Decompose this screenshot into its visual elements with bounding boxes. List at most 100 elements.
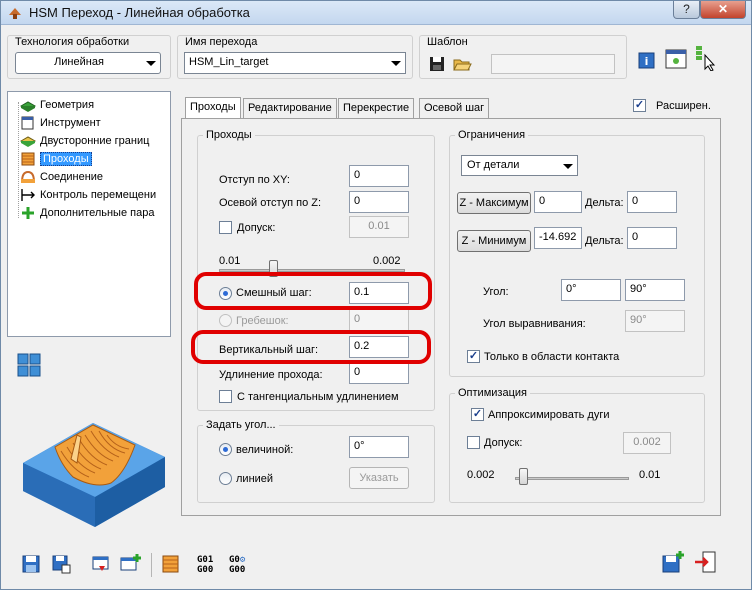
save-as-icon[interactable] bbox=[51, 554, 71, 574]
angle-by-line-label: линией bbox=[236, 473, 274, 485]
offset-xy-input[interactable]: 0 bbox=[349, 165, 409, 187]
tab-passes[interactable]: Проходы bbox=[185, 97, 241, 119]
offset-xy-label: Отступ по XY: bbox=[219, 174, 290, 186]
tree-item-motion-control[interactable]: Контроль перемещени bbox=[20, 188, 156, 204]
zmax-button[interactable]: Z - Максимум bbox=[457, 192, 531, 214]
geometry-icon bbox=[20, 101, 36, 112]
delta1-label: Дельта: bbox=[585, 197, 624, 209]
step-tree: Геометрия Инструмент Двусторонние границ… bbox=[7, 91, 171, 337]
add-to-library-icon[interactable] bbox=[119, 552, 143, 576]
view-grid-icon[interactable] bbox=[17, 353, 41, 377]
scallop-radio[interactable] bbox=[219, 314, 232, 327]
offset-z-input[interactable]: 0 bbox=[349, 191, 409, 213]
extension-input[interactable]: 0 bbox=[349, 362, 409, 384]
tangent-extension-label: С тангенциальным удлинением bbox=[237, 391, 399, 403]
tolerance-slider-track[interactable] bbox=[219, 269, 405, 272]
delta2-input[interactable]: 0 bbox=[627, 227, 677, 249]
gcode-preview-button[interactable]: G01 G00 bbox=[197, 555, 213, 575]
limits-group-title: Ограничения bbox=[455, 129, 529, 141]
chevron-down-icon bbox=[146, 61, 156, 66]
contact-only-checkbox[interactable]: ✓ bbox=[467, 350, 480, 363]
save-to-library-icon[interactable] bbox=[91, 554, 111, 574]
scallop-input: 0 bbox=[349, 309, 409, 331]
motion-control-icon bbox=[21, 189, 35, 201]
opt-slider-thumb[interactable] bbox=[519, 468, 528, 485]
align-angle-label: Угол выравнивания: bbox=[483, 318, 586, 330]
app-icon bbox=[9, 8, 21, 19]
opt-slider-max-label: 0.01 bbox=[639, 469, 661, 481]
passes-group-title: Проходы bbox=[203, 129, 255, 141]
opt-slider-track[interactable] bbox=[515, 477, 629, 480]
save-icon[interactable] bbox=[21, 554, 41, 574]
tech-select[interactable]: Линейная bbox=[15, 52, 161, 74]
zmin-button[interactable]: Z - Минимум bbox=[457, 230, 531, 252]
tolerance-input: 0.01 bbox=[349, 216, 409, 238]
passes-icon bbox=[21, 152, 35, 166]
name-select[interactable]: HSM_Lin_target bbox=[184, 52, 406, 74]
save-and-add-icon[interactable] bbox=[661, 550, 685, 574]
angle-from-input[interactable]: 0° bbox=[561, 279, 621, 301]
tangent-extension-checkbox[interactable] bbox=[219, 390, 232, 403]
pick-angle-button[interactable]: Указать bbox=[349, 467, 409, 489]
tolerance-checkbox[interactable] bbox=[219, 221, 232, 234]
tree-item-passes[interactable]: Проходы bbox=[20, 152, 92, 168]
tree-item-bounds[interactable]: Двусторонние границ bbox=[20, 134, 149, 150]
tree-item-geometry[interactable]: Геометрия bbox=[20, 98, 94, 114]
slider-min-label: 0.01 bbox=[219, 255, 241, 267]
mixed-step-label: Смешный шаг: bbox=[236, 287, 312, 299]
angle-value-input[interactable]: 0° bbox=[349, 436, 409, 458]
extension-label: Удлинение прохода: bbox=[219, 369, 323, 381]
save-template-icon[interactable] bbox=[427, 54, 447, 74]
dialog-window: HSM Переход - Линейная обработка ? ✕ Тех… bbox=[0, 0, 752, 590]
extended-checkbox[interactable]: ✓ bbox=[633, 99, 646, 112]
opt-tolerance-checkbox[interactable] bbox=[467, 436, 480, 449]
open-template-icon[interactable] bbox=[452, 54, 472, 74]
angle-to-input[interactable]: 90° bbox=[625, 279, 685, 301]
link-icon bbox=[21, 170, 35, 183]
limits-mode-select[interactable]: От детали bbox=[461, 155, 578, 176]
tab-editing[interactable]: Редактирование bbox=[243, 98, 337, 118]
bounds-icon bbox=[20, 136, 36, 147]
tree-item-tool[interactable]: Инструмент bbox=[20, 116, 101, 132]
angle-range-label: Угол: bbox=[483, 286, 509, 298]
tree-item-link[interactable]: Соединение bbox=[20, 170, 103, 186]
approx-arcs-checkbox[interactable]: ✓ bbox=[471, 408, 484, 421]
tree-label: Инструмент bbox=[40, 117, 101, 129]
add-params-icon bbox=[22, 207, 34, 219]
tab-crosshair[interactable]: Перекрестие bbox=[338, 98, 415, 118]
calculate-toolpath-icon[interactable] bbox=[161, 554, 181, 574]
pointer-tool-icon[interactable] bbox=[693, 45, 719, 71]
align-angle-input: 90° bbox=[625, 310, 685, 332]
gcode2-bottom: G00 bbox=[229, 565, 246, 575]
gcode-simulate-button[interactable]: G0⚙ G00 bbox=[229, 555, 245, 575]
mixed-step-input[interactable]: 0.1 bbox=[349, 282, 409, 304]
machine-view-icon[interactable] bbox=[665, 49, 689, 71]
vertical-step-input[interactable]: 0.2 bbox=[349, 336, 409, 358]
help-button[interactable]: ? bbox=[673, 1, 700, 19]
title-bar: HSM Переход - Линейная обработка ? ✕ bbox=[1, 1, 751, 25]
svg-text:i: i bbox=[645, 55, 649, 68]
close-button[interactable]: ✕ bbox=[700, 1, 746, 19]
angle-by-value-radio[interactable] bbox=[219, 443, 232, 456]
delta2-label: Дельта: bbox=[585, 235, 624, 247]
info-icon[interactable]: i bbox=[637, 51, 657, 71]
extended-label: Расширен. bbox=[656, 100, 711, 112]
chevron-down-icon bbox=[391, 61, 401, 66]
gear-icon: ⚙ bbox=[239, 555, 246, 565]
zmax-input[interactable]: 0 bbox=[534, 191, 582, 213]
gcode1-top: G01 bbox=[197, 555, 214, 565]
tolerance-label: Допуск: bbox=[237, 222, 276, 234]
delta1-input[interactable]: 0 bbox=[627, 191, 677, 213]
exit-icon[interactable] bbox=[693, 550, 717, 574]
tolerance-slider-thumb[interactable] bbox=[269, 260, 278, 277]
tree-item-add-params[interactable]: Дополнительные пара bbox=[20, 206, 154, 222]
zmin-input[interactable]: -14.692 bbox=[534, 227, 582, 249]
angle-by-line-radio[interactable] bbox=[219, 472, 232, 485]
tab-axial-step[interactable]: Осевой шаг bbox=[419, 98, 490, 118]
tree-label: Контроль перемещени bbox=[40, 189, 157, 201]
offset-z-label: Осевой отступ по Z: bbox=[219, 197, 322, 209]
chevron-down-icon bbox=[563, 164, 573, 169]
mixed-step-radio[interactable] bbox=[219, 287, 232, 300]
gcode1-bottom: G00 bbox=[197, 565, 214, 575]
tree-label: Соединение bbox=[40, 171, 104, 183]
